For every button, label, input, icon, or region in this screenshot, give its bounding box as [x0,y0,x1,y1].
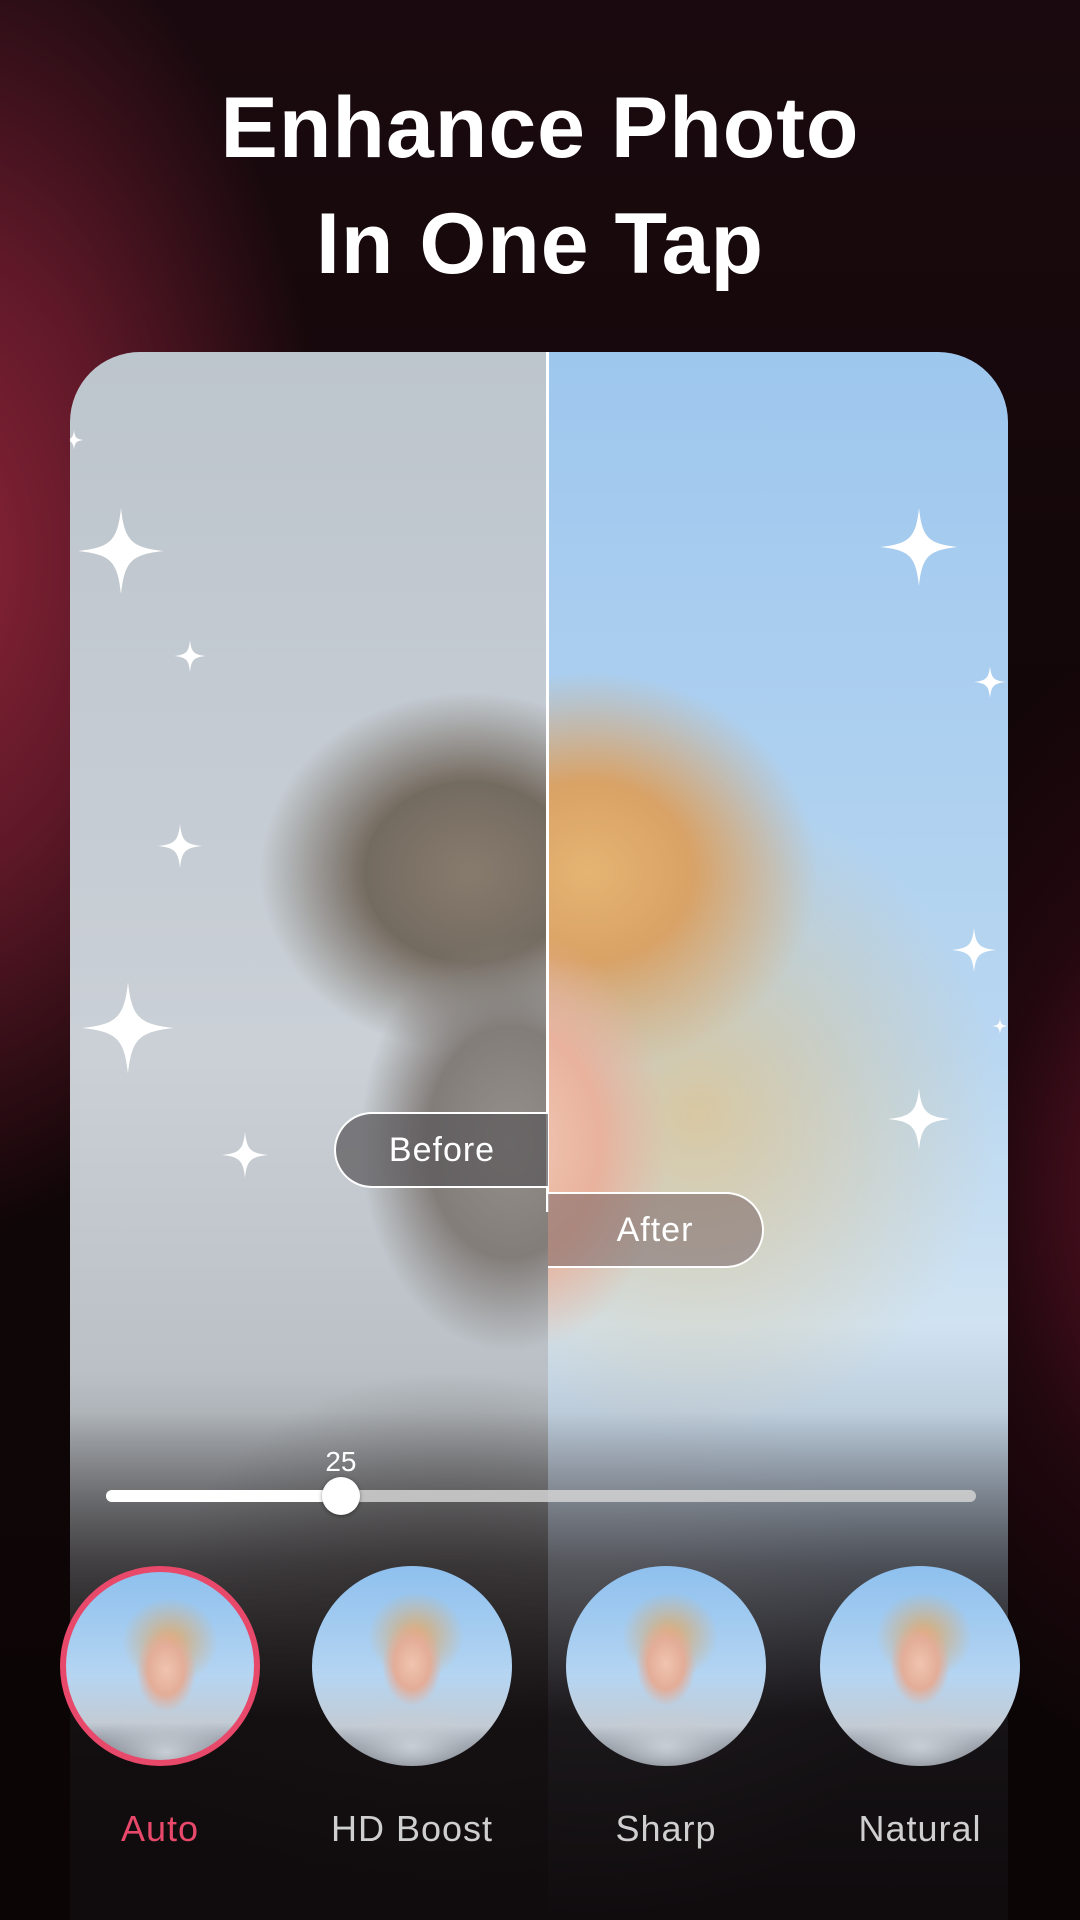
slider-thumb[interactable] [321,1477,360,1515]
filter-label: Sharp [615,1808,717,1849]
after-label: After [548,1192,764,1268]
filter-label: HD Boost [330,1808,494,1849]
sparkle-icon [222,1132,268,1178]
headline-line-2: In One Tap [316,196,764,292]
sparkle-icon [952,928,996,972]
filter-label: Auto [120,1808,200,1849]
filter-hd-boost[interactable]: HD Boost [312,1566,512,1850]
sparkle-icon [158,824,202,868]
filter-sharp[interactable]: Sharp [566,1566,766,1850]
slider-fill [106,1490,341,1502]
headline: Enhance Photo In One Tap [0,70,1080,302]
sparkle-icon [880,508,958,586]
filter-natural[interactable]: Natural [820,1566,1020,1850]
before-label: Before [334,1112,548,1188]
sparkle-icon [82,982,174,1074]
filter-thumbnail[interactable] [60,1566,260,1766]
filter-label: Natural [858,1808,982,1849]
sparkle-icon [78,508,164,594]
filter-thumbnail[interactable] [566,1566,766,1766]
filter-thumbnail[interactable] [312,1566,512,1766]
intensity-slider[interactable]: 25 [106,1446,976,1524]
sparkle-icon [888,1088,950,1150]
sparkle-icon [174,640,206,672]
sparkle-icon [70,430,84,450]
slider-value: 25 [325,1446,357,1477]
headline-line-1: Enhance Photo [220,80,860,176]
sparkle-icon [992,1018,1008,1034]
filter-thumbnail[interactable] [820,1566,1020,1766]
sparkle-icon [974,666,1006,698]
filter-auto[interactable]: Auto [60,1566,260,1850]
compare-divider-handle[interactable] [546,352,549,1212]
